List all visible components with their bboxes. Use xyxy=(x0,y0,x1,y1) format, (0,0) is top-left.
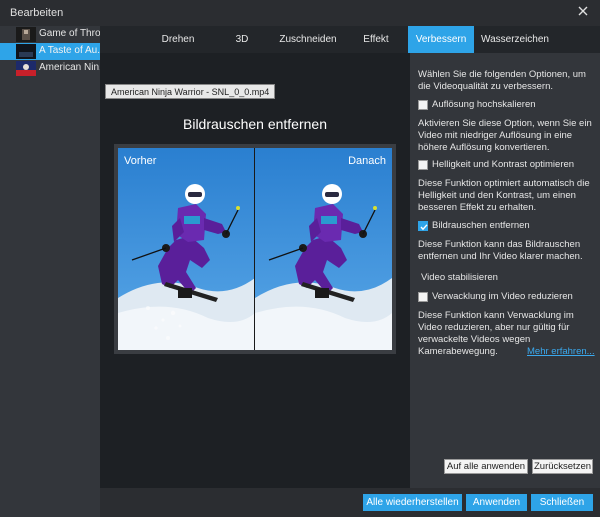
after-label: Danach xyxy=(348,155,386,167)
upscale-checkbox-box[interactable] xyxy=(418,100,428,110)
file-name: Game of Thro... xyxy=(39,28,100,39)
option-label: Helligkeit und Kontrast optimieren xyxy=(432,159,575,170)
file-name: A Taste of Au... xyxy=(39,45,100,56)
window-title: Bearbeiten xyxy=(10,7,64,19)
preview-title: Bildrauschen entfernen xyxy=(183,116,327,132)
before-after-preview: Vorher Danach xyxy=(114,144,396,354)
before-label: Vorher xyxy=(124,155,157,167)
video-thumbnail xyxy=(16,27,36,42)
enhance-intro-text: Wählen Sie die folgenden Optionen, um di… xyxy=(418,69,586,92)
upscale-description: Aktivieren Sie diese Option, wenn Sie ei… xyxy=(418,118,592,153)
close-button[interactable]: Schließen xyxy=(531,494,593,511)
apply-to-all-button[interactable]: Auf alle anwenden xyxy=(444,459,528,474)
tab-zuschneiden[interactable]: Zuschneiden xyxy=(272,26,344,53)
close-icon[interactable] xyxy=(576,4,590,18)
stabilize-heading: Video stabilisieren xyxy=(421,272,498,283)
restore-all-button[interactable]: Alle wiederherstellen xyxy=(363,494,462,511)
reset-button[interactable]: Zurücksetzen xyxy=(532,459,593,474)
video-thumbnail xyxy=(16,44,36,59)
denoise-checkbox-box[interactable] xyxy=(418,221,428,231)
learn-more-link[interactable]: Mehr erfahren... xyxy=(527,346,595,357)
title-bar: Bearbeiten xyxy=(0,0,600,26)
option-label: Auflösung hochskalieren xyxy=(432,99,536,110)
tab-3d[interactable]: 3D xyxy=(218,26,266,53)
file-name: American Nin... xyxy=(39,62,100,73)
file-item-game-of-thrones[interactable]: Game of Thro... xyxy=(0,26,100,43)
brightness-contrast-description: Diese Funktion optimiert automatisch die… xyxy=(418,178,590,213)
file-item-american-ninja[interactable]: American Nin... xyxy=(0,60,100,77)
file-name-tooltip: American Ninja Warrior - SNL_0_0.mp4 xyxy=(105,84,276,99)
tab-effekt[interactable]: Effekt xyxy=(348,26,404,53)
denoise-description: Diese Funktion kann das Bildrauschen ent… xyxy=(418,239,583,262)
edit-tab-bar: Drehen 3D Zuschneiden Effekt Verbessern … xyxy=(100,26,600,53)
file-list-sidebar: Game of Thro... A Taste of Au... America… xyxy=(0,26,100,517)
option-label: Verwacklung im Video reduzieren xyxy=(432,291,573,302)
option-label: Bildrauschen entfernen xyxy=(432,220,530,231)
after-image: Danach xyxy=(255,148,392,350)
video-thumbnail xyxy=(16,61,36,76)
checkmark-icon xyxy=(420,224,428,231)
file-item-a-taste-of[interactable]: A Taste of Au... xyxy=(0,43,100,60)
before-image: Vorher xyxy=(118,148,255,350)
tab-verbessern[interactable]: Verbessern xyxy=(408,26,474,53)
reduce-shake-checkbox-box[interactable] xyxy=(418,292,428,302)
brightness-contrast-checkbox-box[interactable] xyxy=(418,160,428,170)
tab-drehen[interactable]: Drehen xyxy=(144,26,212,53)
tab-wasserzeichen[interactable]: Wasserzeichen xyxy=(476,26,554,53)
apply-button[interactable]: Anwenden xyxy=(466,494,527,511)
